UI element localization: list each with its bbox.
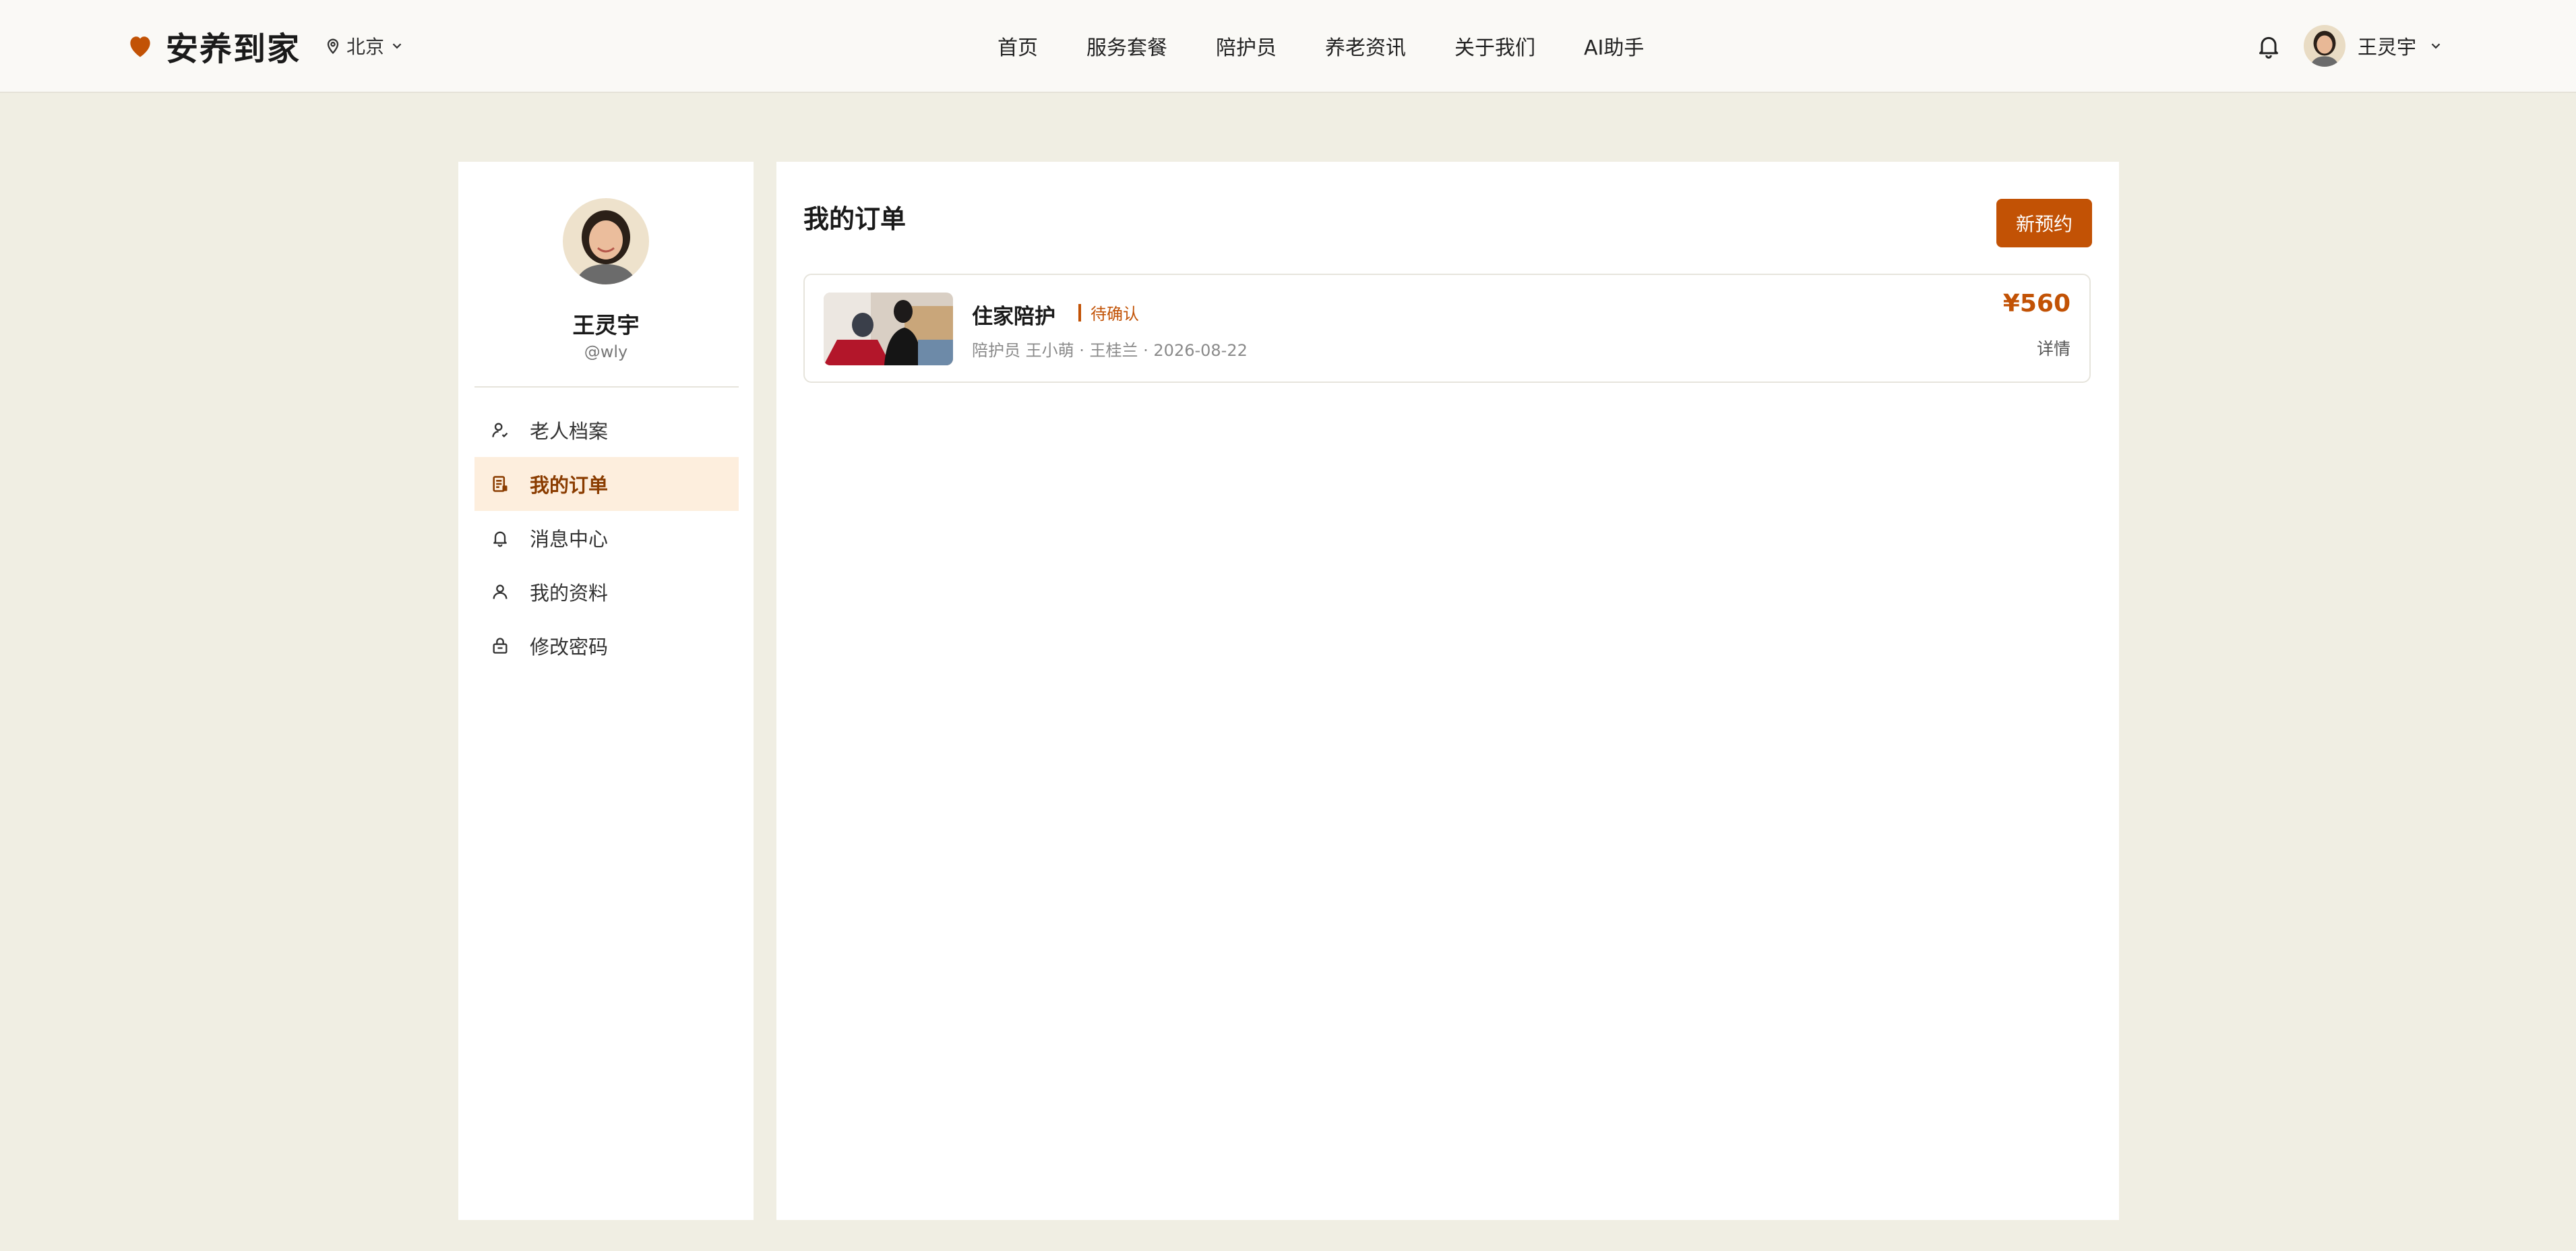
avatar — [2304, 25, 2345, 67]
nav-home[interactable]: 首页 — [998, 31, 1038, 61]
bell-icon — [493, 531, 507, 547]
order-price: ¥560 — [2002, 290, 2071, 317]
order-detail-link[interactable]: 详情 — [2037, 336, 2071, 360]
chevron-down-icon — [2431, 43, 2441, 49]
user-name: 王灵宇 — [2358, 36, 2417, 59]
sidebar-item-label: 修改密码 — [530, 636, 609, 659]
orders-panel: 我的订单 新预约 住家陪护 待确认 陪护员 王小萌 · 王桂兰 · 2026-0… — [776, 162, 2119, 1220]
nav-about[interactable]: 关于我们 — [1454, 31, 1535, 61]
nav-caregivers[interactable]: 陪护员 — [1216, 31, 1277, 61]
person-icon — [493, 584, 508, 599]
profile-handle: @wly — [584, 342, 628, 361]
page-title: 我的订单 — [803, 204, 907, 234]
user-menu[interactable]: 王灵宇 — [2304, 24, 2443, 67]
notification-bell-icon[interactable] — [2255, 32, 2282, 59]
chevron-down-icon — [392, 43, 402, 49]
sidebar-item-my-orders[interactable]: 我的订单 — [474, 457, 739, 511]
sidebar-item-my-profile[interactable]: 我的资料 — [474, 565, 739, 619]
sidebar-item-label: 消息中心 — [530, 528, 609, 551]
divider — [474, 386, 739, 388]
city-label: 北京 — [346, 36, 385, 58]
city-selector[interactable]: 北京 — [324, 34, 408, 58]
brand-name: 安养到家 — [166, 30, 301, 68]
sidebar-item-messages[interactable]: 消息中心 — [474, 511, 739, 565]
elder-profile-icon — [492, 423, 508, 437]
location-pin-icon — [327, 38, 339, 55]
order-meta: 陪护员 王小萌 · 王桂兰 · 2026-08-22 — [972, 341, 1248, 360]
main-nav: 首页 服务套餐 陪护员 养老资讯 关于我们 AI助手 — [998, 27, 1644, 65]
profile-name: 王灵宇 — [572, 312, 640, 338]
new-booking-button[interactable]: 新预约 — [1996, 199, 2092, 247]
account-sidebar: 王灵宇 @wly 老人档案 我的订单 消息中心 我的资料 修改密码 — [458, 162, 754, 1220]
heart-icon — [130, 36, 150, 57]
sidebar-item-label: 老人档案 — [530, 420, 609, 443]
sidebar-item-label: 我的订单 — [530, 474, 609, 497]
lock-icon — [493, 638, 508, 654]
order-icon — [493, 476, 508, 492]
brand-logo[interactable]: 安养到家 — [125, 27, 301, 68]
nav-news[interactable]: 养老资讯 — [1325, 31, 1406, 61]
sidebar-item-elder-profile[interactable]: 老人档案 — [474, 403, 739, 457]
order-thumbnail — [824, 293, 953, 365]
profile-avatar — [563, 198, 649, 284]
top-header: 安养到家 北京 首页 服务套餐 陪护员 养老资讯 关于我们 AI助手 王灵宇 — [0, 0, 2576, 93]
order-service-name: 住家陪护 — [972, 305, 1055, 329]
nav-ai-assistant[interactable]: AI助手 — [1584, 31, 1644, 61]
order-card[interactable]: 住家陪护 待确认 陪护员 王小萌 · 王桂兰 · 2026-08-22 ¥560… — [803, 274, 2091, 383]
status-text: 待确认 — [1091, 305, 1139, 324]
status-badge: 待确认 — [1078, 301, 1139, 324]
sidebar-item-label: 我的资料 — [530, 582, 609, 605]
nav-packages[interactable]: 服务套餐 — [1086, 31, 1167, 61]
sidebar-menu: 老人档案 我的订单 消息中心 我的资料 修改密码 — [474, 403, 739, 673]
status-bar — [1078, 303, 1081, 322]
sidebar-item-change-password[interactable]: 修改密码 — [474, 619, 739, 673]
